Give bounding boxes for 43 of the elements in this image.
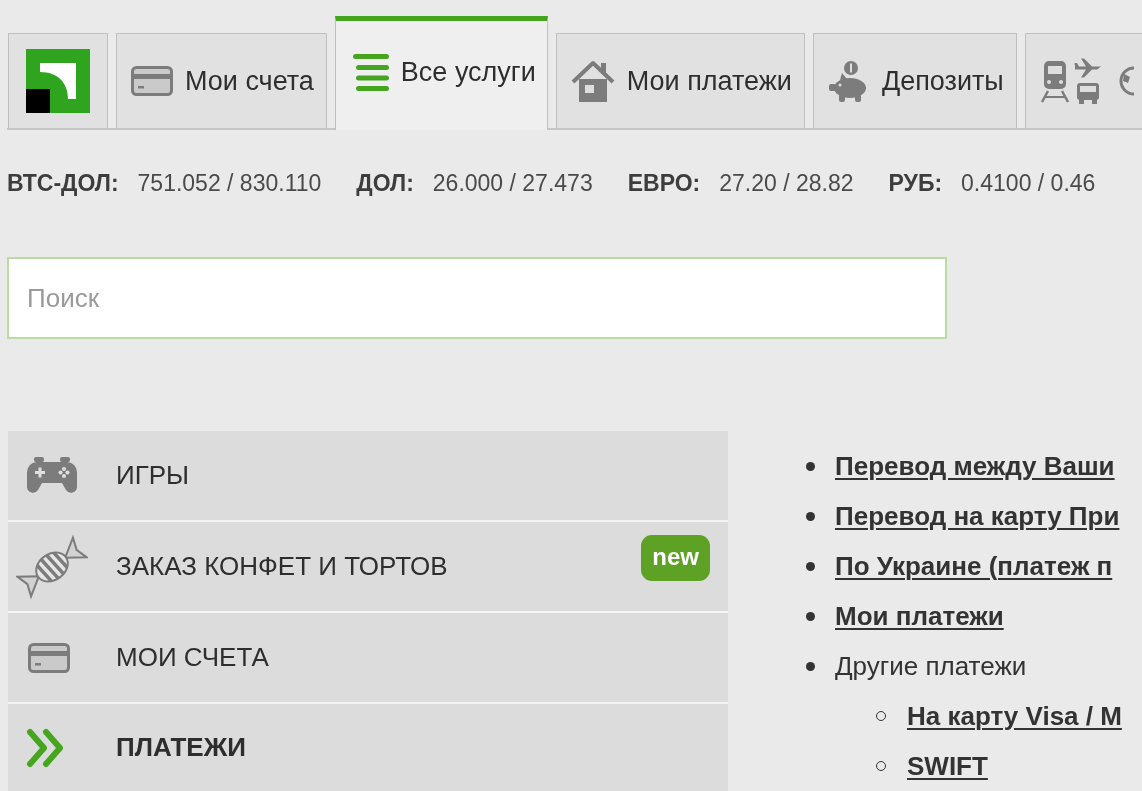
train-icon — [1039, 59, 1070, 103]
card-icon — [28, 642, 70, 673]
rate-value: 0.4100 / 0.46 — [961, 169, 1096, 197]
tab[interactable]: Все услуги — [334, 16, 548, 130]
card-icon — [131, 66, 173, 96]
bus-icon — [1075, 82, 1100, 104]
menu-item[interactable]: МОИ СЧЕТА — [8, 613, 728, 702]
logo-icon — [26, 49, 90, 113]
bullet-icon — [806, 461, 815, 471]
gamepad-icon — [27, 456, 77, 495]
search-field[interactable]: Поиск — [7, 257, 947, 339]
link[interactable]: По Украине (платеж п — [835, 550, 1113, 582]
bullet-icon — [806, 561, 815, 571]
bullet-icon — [806, 661, 815, 671]
link[interactable]: Перевод на карту При — [835, 500, 1120, 532]
rate-value: 26.000 / 27.473 — [432, 169, 593, 197]
globe-icon — [1117, 65, 1134, 97]
plane-icon — [1073, 58, 1102, 78]
bullet-icon — [806, 511, 815, 521]
rate-label: РУБ: — [888, 169, 943, 197]
tab[interactable]: Депозиты — [812, 33, 1017, 128]
list-icon — [352, 54, 389, 91]
rate-label: ЕВРО: — [627, 169, 701, 197]
rate-label: ДОЛ: — [356, 169, 414, 197]
tab[interactable] — [1024, 33, 1142, 128]
menu-item[interactable]: ЗАКАЗ КОНФЕТ И ТОРТОВ new — [8, 522, 728, 611]
link[interactable]: SWIFT — [907, 750, 988, 782]
link[interactable]: Мои платежи — [835, 600, 1004, 632]
menu-item[interactable]: ПЛАТЕЖИ — [8, 704, 728, 791]
link[interactable]: Перевод между Ваши — [835, 450, 1115, 482]
tab[interactable]: Мои счета — [116, 33, 327, 128]
double-chevron-icon — [26, 727, 66, 768]
link[interactable]: На карту Visa / M — [907, 700, 1122, 732]
list-text: Другие платежи — [835, 650, 1027, 682]
bullet-icon — [806, 611, 815, 621]
rate-value: 27.20 / 28.82 — [719, 169, 854, 197]
house-icon — [570, 60, 615, 102]
badge: new — [641, 534, 710, 581]
rate-value: 751.052 / 830.110 — [137, 169, 322, 197]
tab[interactable]: Мои платежи — [555, 33, 805, 128]
logo-tab[interactable] — [8, 33, 108, 128]
menu-item[interactable]: ИГРЫ — [8, 431, 728, 520]
rate-label: ВТС-ДОЛ: — [7, 169, 119, 197]
